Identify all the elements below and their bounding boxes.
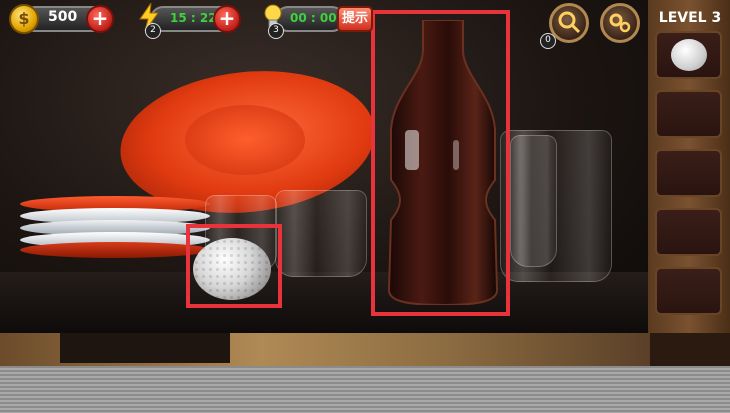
highlight-box-bottle (371, 10, 510, 316)
red-plate-center (185, 105, 305, 175)
hints-timer: 00 : 00 (290, 11, 337, 25)
gear-icon (609, 13, 631, 33)
hint-button[interactable]: 提示 (337, 6, 373, 32)
plate-red-bottom (20, 242, 210, 258)
highlight-box-golf-ball (186, 224, 282, 308)
inventory-slot[interactable] (655, 267, 722, 315)
floor-shadow (60, 333, 230, 363)
level-label: LEVEL 3 (658, 10, 722, 26)
inventory-golf-ball-icon[interactable] (671, 39, 707, 71)
magnifier-icon (558, 11, 581, 34)
plate-stack[interactable] (20, 196, 210, 258)
add-coins-button[interactable]: + (86, 5, 114, 33)
glass-cup[interactable] (275, 190, 367, 277)
add-energy-button[interactable]: + (213, 5, 241, 33)
bottom-banner (0, 366, 730, 413)
inventory-slot[interactable] (655, 149, 722, 197)
glass-jar-small[interactable] (510, 135, 557, 267)
energy-timer: 15 : 22 (170, 11, 217, 25)
settings-button[interactable] (600, 3, 640, 43)
hints-count-badge: 3 (268, 23, 284, 39)
energy-count-badge: 2 (145, 23, 161, 39)
inventory-slot[interactable] (655, 31, 722, 79)
coin-icon: $ (9, 4, 39, 34)
game-scene[interactable] (0, 0, 650, 333)
coins-value: 500 (48, 9, 78, 25)
inventory-slot[interactable] (655, 90, 722, 138)
magnifier-count-badge: 0 (540, 33, 556, 49)
inventory-slot[interactable] (655, 208, 722, 256)
